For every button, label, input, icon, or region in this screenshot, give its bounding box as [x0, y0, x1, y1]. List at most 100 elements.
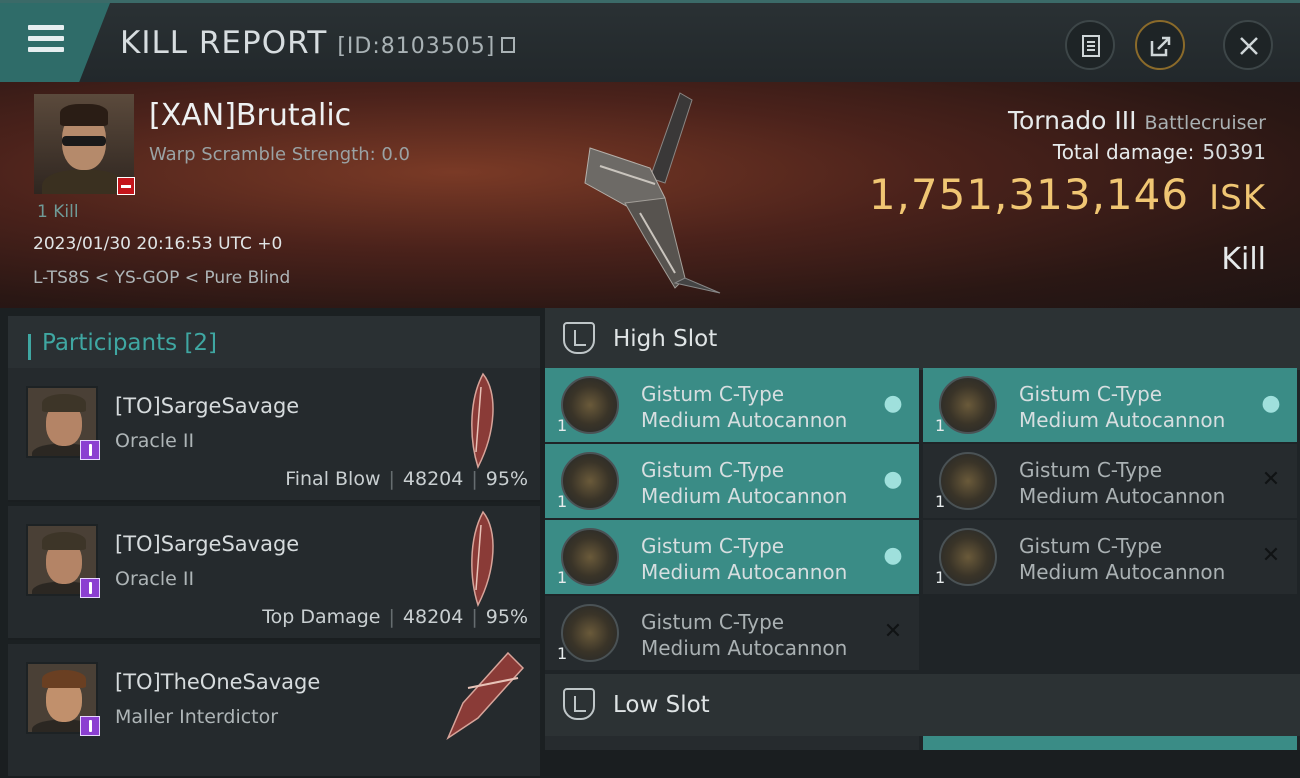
autocannon-icon	[939, 528, 997, 586]
person-icon: ●	[883, 543, 903, 568]
participant-label: Final Blow	[285, 468, 381, 490]
corp-badge-icon	[80, 578, 100, 598]
high-slot-title: High Slot	[613, 326, 718, 352]
participant-name: [TO]SargeSavage	[115, 394, 300, 418]
victim-ship-image[interactable]	[570, 88, 740, 298]
low-slot-icon	[563, 688, 595, 720]
participant-ship: Oracle II	[115, 568, 195, 590]
victim-kills: 1 Kill	[37, 202, 79, 222]
module-name-line2: Medium Autocannon	[641, 408, 848, 432]
close-icon	[1240, 37, 1258, 55]
module-item[interactable]: 1 Gistum C-Type Medium Autocannon ●	[545, 520, 919, 594]
module-name-line2: Medium Autocannon	[1019, 560, 1226, 584]
participant-ship: Maller Interdictor	[115, 706, 279, 728]
top-bar: KILL REPORT [ID:8103505]	[0, 0, 1300, 82]
kill-timestamp: 2023/01/30 20:16:53 UTC +0	[33, 234, 283, 254]
victim-ship-class: Battlecruiser	[1144, 112, 1266, 134]
participant-name: [TO]SargeSavage	[115, 532, 300, 556]
participant-name: [TO]TheOneSavage	[115, 670, 321, 694]
participant-row[interactable]: [TO]SargeSavage Oracle II Top Damage | 482…	[8, 506, 540, 640]
module-item[interactable]: 1 Gistum C-Type Medium Autocannon ●	[545, 368, 919, 442]
kill-location[interactable]: L-TS8S < YS-GOP < Pure Blind	[33, 268, 290, 288]
module-quantity: 1	[557, 492, 568, 511]
module-item[interactable]: 1 Gistum C-Type Medium Autocannon ✕	[923, 444, 1297, 518]
isk-value: 1,751,313,146 ISK	[869, 170, 1266, 219]
corp-badge-icon	[80, 440, 100, 460]
victim-ship-name: Tornado III	[1007, 106, 1137, 135]
participant-stats: Final Blow | 48204 | 95%	[285, 468, 528, 490]
module-name-line2: Medium Autocannon	[1019, 408, 1226, 432]
module-name-line2: Medium Autocannon	[1019, 484, 1226, 508]
module-item[interactable]: 1 Gistum C-Type Medium Autocannon ●	[545, 444, 919, 518]
participants-panel: Participants [2] [TO]SargeSavage Oracle …	[0, 308, 545, 778]
autocannon-icon	[939, 452, 997, 510]
x-icon: ✕	[1261, 543, 1281, 568]
module-quantity: 1	[935, 492, 946, 511]
report-id: [ID:8103505]	[337, 34, 496, 59]
autocannon-icon	[561, 528, 619, 586]
participants-title: Participants [2]	[42, 330, 218, 356]
module-name-line1: Gistum C-Type	[641, 534, 785, 558]
module-quantity: 1	[935, 568, 946, 587]
module-name-line2: Medium Autocannon	[641, 484, 848, 508]
page-title-text: KILL REPORT	[120, 25, 328, 61]
copy-icon[interactable]	[501, 36, 516, 53]
hamburger-icon	[28, 25, 64, 55]
clipboard-button[interactable]	[1065, 20, 1115, 70]
share-icon	[1150, 36, 1171, 57]
autocannon-icon	[561, 376, 619, 434]
low-slot-item-partial[interactable]	[923, 736, 1297, 750]
autocannon-icon	[561, 452, 619, 510]
total-damage-label: Total damage:	[1052, 140, 1195, 164]
person-icon: ●	[1261, 391, 1281, 416]
participant-damage: 48204	[402, 468, 464, 490]
module-quantity: 1	[935, 416, 946, 435]
close-button[interactable]	[1223, 20, 1273, 70]
total-damage-value: 50391	[1202, 140, 1266, 164]
participant-label: Top Damage	[262, 606, 381, 628]
module-name-line1: Gistum C-Type	[1019, 458, 1163, 482]
participant-row[interactable]: [TO]TheOneSavage Maller Interdictor	[8, 644, 540, 778]
share-button[interactable]	[1135, 20, 1185, 70]
participant-percent: 95%	[485, 606, 528, 628]
isk-amount: 1,751,313,146	[868, 170, 1190, 219]
high-slot-icon	[563, 322, 595, 354]
fitting-panel: High Slot 1 Gistum C-Type Medium Autocan…	[545, 308, 1300, 750]
module-item[interactable]: 1 Gistum C-Type Medium Autocannon ●	[923, 368, 1297, 442]
module-name-line1: Gistum C-Type	[641, 458, 785, 482]
module-name-line2: Medium Autocannon	[641, 560, 848, 584]
victim-ship[interactable]: Tornado III Battlecruiser	[1008, 106, 1266, 135]
autocannon-icon	[561, 604, 619, 662]
total-damage: Total damage: 50391	[1053, 140, 1266, 164]
page-title: KILL REPORT [ID:8103505]	[120, 25, 516, 61]
low-slot-title: Low Slot	[613, 692, 710, 718]
module-quantity: 1	[557, 416, 568, 435]
module-name-line1: Gistum C-Type	[641, 382, 785, 406]
participant-ship: Oracle II	[115, 430, 195, 452]
participant-percent: 95%	[485, 468, 528, 490]
participant-ship-image	[471, 510, 494, 607]
module-name-line1: Gistum C-Type	[641, 610, 785, 634]
participant-damage: 48204	[402, 606, 464, 628]
participant-row[interactable]: [TO]SargeSavage Oracle II Final Blow | 482…	[8, 368, 540, 502]
isk-unit: ISK	[1209, 178, 1266, 218]
low-slot-item-partial[interactable]	[545, 736, 919, 750]
module-item[interactable]: 1 Gistum C-Type Medium Autocannon ✕	[923, 520, 1297, 594]
x-icon: ✕	[1261, 467, 1281, 492]
module-item[interactable]: 1 Gistum C-Type Medium Autocannon ✕	[545, 596, 919, 670]
victim-name[interactable]: [XAN]Brutalic	[149, 98, 351, 133]
autocannon-icon	[939, 376, 997, 434]
module-name-line1: Gistum C-Type	[1019, 534, 1163, 558]
menu-button[interactable]	[0, 3, 110, 82]
participant-ship-image	[446, 651, 525, 741]
participants-header[interactable]: Participants [2]	[8, 316, 540, 372]
person-icon: ●	[883, 467, 903, 492]
module-quantity: 1	[557, 568, 568, 587]
high-slot-header: High Slot	[545, 308, 1300, 370]
result-label: Kill	[1221, 242, 1266, 277]
clipboard-icon	[1082, 35, 1100, 57]
module-name-line1: Gistum C-Type	[1019, 382, 1163, 406]
x-icon: ✕	[883, 619, 903, 644]
participant-stats: Top Damage | 48204 | 95%	[262, 606, 528, 628]
participants-count: [2]	[184, 330, 218, 356]
